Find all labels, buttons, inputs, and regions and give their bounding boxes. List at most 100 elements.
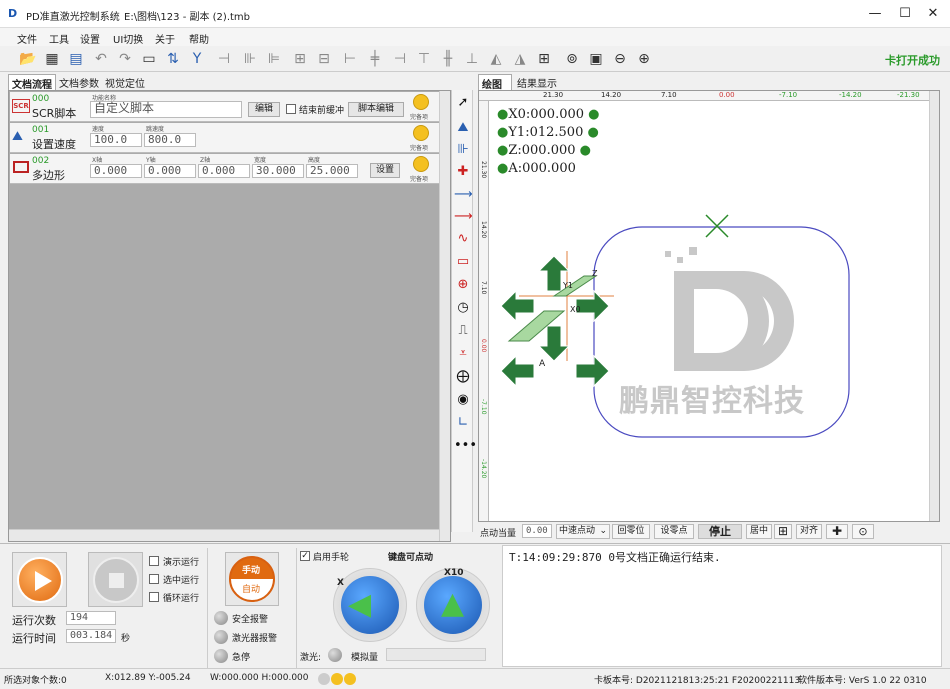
align-top-icon[interactable]: ⊤ <box>414 49 434 69</box>
align-bottom-icon[interactable]: ⊥ <box>462 49 482 69</box>
line-tool-icon[interactable]: ⟶ <box>454 186 473 204</box>
arrow-line-tool-icon[interactable]: ⟶ <box>454 208 473 226</box>
selected-run-checkbox[interactable] <box>149 574 159 584</box>
stop-button[interactable]: 停止 <box>698 524 742 539</box>
pulse-tool-icon[interactable]: ⎍ <box>454 322 472 340</box>
distribute-icon[interactable]: ⊪ <box>240 49 260 69</box>
corner-tool-icon[interactable]: ∟ <box>454 414 472 432</box>
align-right-icon[interactable]: ⊣ <box>390 49 410 69</box>
flow-scrollbar[interactable] <box>439 91 450 541</box>
grid-icon[interactable]: ⊞ <box>534 49 554 69</box>
plus-icon[interactable]: ✚ <box>826 524 848 539</box>
demo-run-checkbox[interactable] <box>149 556 159 566</box>
flow-row-polygon[interactable]: 002 多边形 X轴 0.000 Y轴 0.000 Z轴 0.000 宽度 30… <box>10 154 440 184</box>
save-as-icon[interactable]: ▤ <box>66 49 86 69</box>
minimize-button[interactable]: — <box>860 4 890 24</box>
drawing-canvas[interactable]: 21.30 14.20 7.10 0.00 -7.10 -14.20 -21.3… <box>478 90 940 522</box>
set-zero-button[interactable]: 设零点 <box>654 524 694 539</box>
jog-amount-field[interactable]: 0.00 <box>522 524 552 538</box>
crosshair-tool-icon[interactable]: ⨁ <box>454 368 472 386</box>
zoom-in-icon[interactable]: ⊕ <box>634 49 654 69</box>
circle-cross-tool-icon[interactable]: ⊕ <box>454 276 472 294</box>
size-icon[interactable]: ⊞ <box>290 49 310 69</box>
flow-row-scr[interactable]: SCR 000 SCR脚本 功能名称 自定义脚本 编辑 结束前缓冲 脚本编辑 完… <box>10 92 440 122</box>
loop-run-checkbox[interactable] <box>149 592 159 602</box>
height-field[interactable]: 25.000 <box>306 164 358 178</box>
maximize-button[interactable]: ☐ <box>890 4 920 24</box>
speed-mode-select[interactable]: 中速点动 ⌄ <box>556 524 610 539</box>
redo-icon[interactable]: ↷ <box>115 49 135 69</box>
loop-run-label: 循环运行 <box>163 594 200 604</box>
speed-field[interactable]: 100.0 <box>90 133 142 147</box>
weld-tool-icon[interactable]: ⩡ <box>454 345 472 363</box>
tab-doc-flow[interactable]: 文档流程 <box>8 74 56 91</box>
jump-speed-field[interactable]: 800.0 <box>144 133 196 147</box>
zoom-fit-icon[interactable]: ▣ <box>586 49 606 69</box>
analog-bar[interactable] <box>386 648 486 661</box>
wrench-icon[interactable]: Y <box>187 49 207 69</box>
z-axis-field[interactable]: 0.000 <box>198 164 250 178</box>
more-tool-icon[interactable]: ••• <box>454 437 477 455</box>
clock-tool-icon[interactable]: ◷ <box>454 299 472 317</box>
close-button[interactable]: ✕ <box>918 4 948 24</box>
home-button[interactable]: 回零位 <box>612 524 650 539</box>
handwheel-checkbox[interactable]: ✓ <box>300 551 310 561</box>
align-middle-icon[interactable]: ╫ <box>438 49 458 69</box>
function-name-field[interactable]: 自定义脚本 <box>90 101 242 118</box>
tab-draw[interactable]: 绘图 <box>478 74 512 91</box>
edit-button[interactable]: 编辑 <box>248 102 280 117</box>
tab-result[interactable]: 结果显示 <box>514 74 562 90</box>
tab-vision[interactable]: 视觉定位 <box>102 74 148 90</box>
flow-hscrollbar[interactable] <box>9 529 439 541</box>
size2-icon[interactable]: ⊟ <box>314 49 334 69</box>
play-button[interactable] <box>17 557 63 603</box>
target-icon[interactable]: ⊙ <box>852 524 874 539</box>
x-axis-label: X轴 <box>92 157 103 164</box>
camera-tool-icon[interactable]: ◉ <box>454 391 472 409</box>
tab-doc-params[interactable]: 文档参数 <box>56 74 102 90</box>
align-center-icon[interactable]: ╪ <box>365 49 385 69</box>
menu-help[interactable]: 帮助 <box>189 31 209 46</box>
analog-label: 模拟量 <box>351 653 379 663</box>
flip-v-icon[interactable]: ◮ <box>510 49 530 69</box>
buffer-checkbox[interactable] <box>286 104 296 114</box>
save-icon[interactable]: ▦ <box>42 49 62 69</box>
point-tool-icon[interactable]: ✚ <box>454 163 472 181</box>
menu-ui-switch[interactable]: UI切换 <box>113 31 143 46</box>
flow-row-speed[interactable]: ⛰ 001 设置速度 速度 100.0 跳速度 800.0 完备项 <box>10 123 440 153</box>
undo-icon[interactable]: ↶ <box>91 49 111 69</box>
align-left-icon[interactable]: ⊢ <box>340 49 360 69</box>
script-edit-button[interactable]: 脚本编辑 <box>348 102 404 117</box>
canvas-scrollbar[interactable] <box>929 91 939 521</box>
set-button[interactable]: 设置 <box>370 163 400 178</box>
rectangle-tool-icon[interactable]: ▭ <box>454 253 472 271</box>
open-icon[interactable]: 📂 <box>18 49 38 69</box>
io-tool-icon[interactable]: ⊪ <box>454 141 472 159</box>
y-axis-field[interactable]: 0.000 <box>144 164 196 178</box>
menu-tools[interactable]: 工具 <box>49 31 69 46</box>
zoom-out-icon[interactable]: ⊖ <box>610 49 630 69</box>
speed-tool-icon[interactable]: ⛰ <box>454 119 472 137</box>
wave-tool-icon[interactable]: ∿ <box>454 230 472 248</box>
multiplier-dial[interactable]: ▲ <box>416 568 490 642</box>
x-axis-field[interactable]: 0.000 <box>90 164 142 178</box>
zoom-search-icon[interactable]: ⊚ <box>562 49 582 69</box>
menu-file[interactable]: 文件 <box>17 31 37 46</box>
flip-h-icon[interactable]: ◭ <box>486 49 506 69</box>
canvas-control-bar: 点动当量 0.00 中速点动 ⌄ 回零位 设零点 停止 居中 ⊞ 对齐 ✚ ⊙ <box>478 522 940 540</box>
log-line: T:14:09:29:870 0号文档正确运行结束. <box>509 551 721 564</box>
menu-about[interactable]: 关于 <box>155 31 175 46</box>
menu-settings[interactable]: 设置 <box>80 31 100 46</box>
grid-button[interactable]: ⊞ <box>774 524 792 539</box>
align-icon[interactable]: ⊣ <box>214 49 234 69</box>
distribute2-icon[interactable]: ⊫ <box>264 49 284 69</box>
width-field[interactable]: 30.000 <box>252 164 304 178</box>
align-button[interactable]: 对齐 <box>796 524 822 539</box>
ruler-tick: -7.10 <box>480 399 487 415</box>
select-arrow-icon[interactable]: ➚ <box>454 94 472 112</box>
document-icon[interactable]: ▭ <box>139 49 159 69</box>
stop-run-button[interactable] <box>93 557 139 603</box>
axis-dial[interactable]: ◀ <box>333 568 407 642</box>
io-icon[interactable]: ⇅ <box>163 49 183 69</box>
center-button[interactable]: 居中 <box>746 524 772 539</box>
